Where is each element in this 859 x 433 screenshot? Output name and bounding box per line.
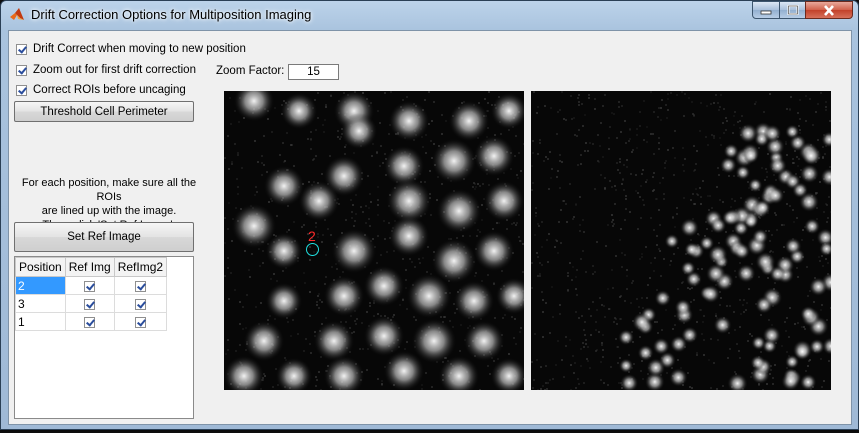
instructions-line: are lined up with the image. bbox=[41, 205, 177, 217]
refimg2-cell[interactable] bbox=[113, 312, 168, 331]
ref-img-checkbox[interactable] bbox=[84, 316, 96, 328]
position-cell[interactable]: 3 bbox=[15, 294, 66, 313]
roi-number-label: 2 bbox=[308, 228, 316, 244]
threshold-cell-perimeter-button[interactable]: Threshold Cell Perimeter bbox=[14, 101, 194, 122]
ref-img-cell[interactable] bbox=[64, 276, 115, 295]
zoom-factor-input[interactable] bbox=[288, 64, 339, 80]
column-header-ref-img[interactable]: Ref Img bbox=[64, 257, 115, 277]
ref-img-cell[interactable] bbox=[64, 312, 115, 331]
position-table[interactable]: Position Ref Img RefImg2 2 3 1 bbox=[14, 256, 194, 419]
table-row[interactable]: 2 bbox=[15, 276, 168, 295]
reference-image bbox=[531, 91, 831, 390]
dialog-content: Drift Correct when moving to new positio… bbox=[8, 30, 852, 425]
refimg2-checkbox[interactable] bbox=[134, 316, 146, 328]
window-title: Drift Correction Options for Multipositi… bbox=[31, 7, 312, 22]
zoom-out-label: Zoom out for first drift correction bbox=[33, 64, 196, 76]
zoom-out-checkbox[interactable] bbox=[16, 64, 27, 76]
close-icon bbox=[824, 4, 834, 16]
table-header-row: Position Ref Img RefImg2 bbox=[15, 257, 168, 277]
zoom-factor-label: Zoom Factor: bbox=[216, 65, 285, 77]
title-bar[interactable]: Drift Correction Options for Multipositi… bbox=[1, 1, 858, 29]
set-ref-image-button[interactable]: Set Ref Image bbox=[14, 222, 194, 252]
roi-circle[interactable] bbox=[306, 243, 319, 256]
table-row[interactable]: 3 bbox=[15, 294, 168, 313]
correct-rois-option[interactable]: Correct ROIs before uncaging bbox=[16, 82, 186, 98]
refimg2-cell[interactable] bbox=[113, 276, 168, 295]
refimg2-checkbox[interactable] bbox=[134, 280, 146, 292]
table-row[interactable]: 1 bbox=[15, 312, 168, 331]
refimg2-checkbox[interactable] bbox=[134, 298, 146, 310]
position-cell[interactable]: 1 bbox=[15, 312, 66, 331]
column-header-position[interactable]: Position bbox=[15, 257, 66, 277]
reference-image-panel bbox=[531, 91, 831, 390]
instructions-line: For each position, make sure all the ROI… bbox=[21, 177, 197, 203]
drift-correct-checkbox[interactable] bbox=[16, 43, 27, 55]
position-cell[interactable]: 2 bbox=[15, 276, 66, 295]
current-image[interactable] bbox=[224, 91, 524, 390]
refimg2-cell[interactable] bbox=[113, 294, 168, 313]
maximize-icon bbox=[787, 5, 798, 15]
correct-rois-checkbox[interactable] bbox=[16, 84, 27, 96]
zoom-out-option[interactable]: Zoom out for first drift correction bbox=[16, 62, 196, 78]
minimize-button[interactable] bbox=[752, 1, 780, 19]
maximize-button[interactable] bbox=[779, 1, 806, 19]
ref-img-cell[interactable] bbox=[64, 294, 115, 313]
dialog-window: Drift Correction Options for Multipositi… bbox=[0, 0, 859, 430]
ref-img-checkbox[interactable] bbox=[84, 298, 96, 310]
ref-img-checkbox[interactable] bbox=[84, 280, 96, 292]
column-header-refimg2[interactable]: RefImg2 bbox=[113, 257, 168, 277]
matlab-icon bbox=[10, 8, 24, 20]
drift-correct-label: Drift Correct when moving to new positio… bbox=[33, 43, 246, 55]
close-button[interactable] bbox=[805, 1, 853, 19]
drift-correct-option[interactable]: Drift Correct when moving to new positio… bbox=[16, 41, 246, 57]
minimize-icon bbox=[760, 10, 772, 15]
current-image-panel[interactable]: 2 bbox=[224, 91, 524, 390]
correct-rois-label: Correct ROIs before uncaging bbox=[33, 84, 186, 96]
